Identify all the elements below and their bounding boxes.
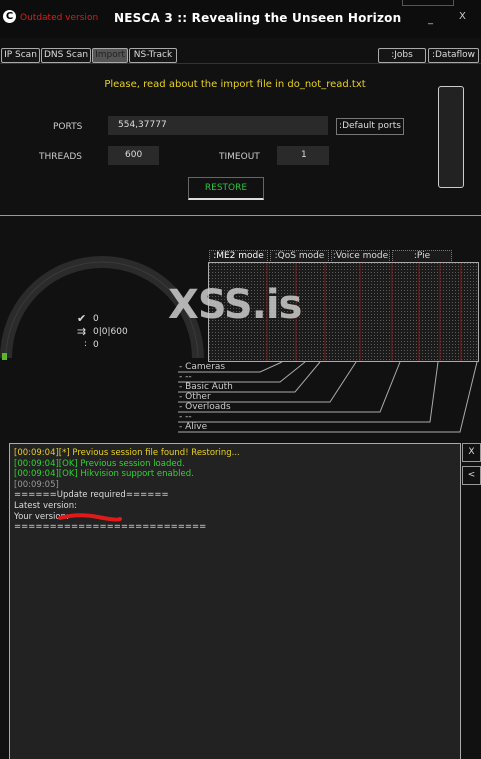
tab-jobs[interactable]: :Jobs xyxy=(378,48,426,63)
default-ports-button[interactable]: :Default ports xyxy=(336,118,404,135)
tab-import[interactable]: Import xyxy=(92,48,128,63)
close-button[interactable]: X xyxy=(459,11,466,22)
outdated-version-label[interactable]: Outdated version xyxy=(20,13,98,23)
tab-dns-scan[interactable]: DNS Scan xyxy=(41,48,91,63)
timeout-label: TIMEOUT xyxy=(219,152,260,162)
log-line: [00:09:04][*] Previous session file foun… xyxy=(14,448,240,458)
legend-item-cameras: - Cameras xyxy=(179,362,226,372)
window-handle xyxy=(402,0,454,6)
collapse-log-button[interactable]: < xyxy=(462,466,481,485)
legend-item-empty-2: - -- xyxy=(179,412,192,422)
tab-ip-scan[interactable]: IP Scan xyxy=(1,48,40,63)
threads-input[interactable]: 600 xyxy=(108,146,159,165)
legend-item-overloads: - Overloads xyxy=(179,402,231,412)
other-count: 0 xyxy=(93,340,99,350)
panel-scrollbar[interactable] xyxy=(438,86,464,188)
log-line: [00:09:05] xyxy=(14,479,59,490)
ports-input[interactable]: 554,37777 xyxy=(108,116,328,135)
log-line: [00:09:04][OK] Previous session loaded. xyxy=(14,458,185,469)
divider xyxy=(0,215,481,216)
redaction-mark xyxy=(58,513,122,522)
clear-log-button[interactable]: X xyxy=(462,443,481,462)
legend-item-basic-auth: - Basic Auth xyxy=(179,382,233,392)
other-icon: : xyxy=(84,339,88,349)
legend-item-alive: - Alive xyxy=(179,422,208,432)
log-line: ======Update required====== xyxy=(14,490,169,501)
window-title: NESCA 3 :: Revealing the Unseen Horizon xyxy=(114,11,402,25)
threads-label: THREADS xyxy=(39,152,83,162)
check-icon: ✔ xyxy=(77,312,87,325)
tab-ns-track[interactable]: NS-Track xyxy=(129,48,177,63)
log-line: Latest version: xyxy=(14,500,77,511)
minimize-button[interactable]: _ xyxy=(428,14,433,25)
timeout-input[interactable]: 1 xyxy=(277,146,329,165)
restore-button[interactable]: RESTORE xyxy=(188,177,264,200)
watermark: XSS.is xyxy=(168,282,302,328)
log-panel[interactable]: [00:09:04][*] Previous session file foun… xyxy=(9,443,461,759)
found-count: 0 xyxy=(93,314,99,324)
app-logo-icon: C xyxy=(3,10,16,23)
threads-icon: ⇉ xyxy=(77,325,87,338)
log-line: [00:09:04][OK] Hikvision support enabled… xyxy=(14,469,194,480)
threads-ratio: 0|0|600 xyxy=(93,327,128,337)
legend-item-other: - Other xyxy=(179,392,211,402)
ports-label: PORTS xyxy=(53,122,83,132)
legend-item-empty-1: - -- xyxy=(179,372,192,382)
tab-dataflow[interactable]: :Dataflow xyxy=(428,48,479,63)
import-note: Please, read about the import file in do… xyxy=(104,79,366,90)
